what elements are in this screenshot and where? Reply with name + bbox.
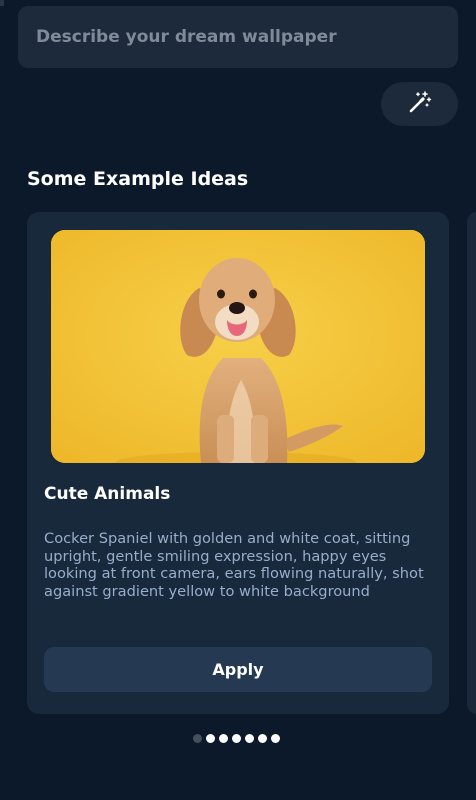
example-image	[51, 230, 425, 463]
generate-button[interactable]	[381, 82, 458, 126]
pagination-dot[interactable]	[245, 734, 254, 743]
example-card: Cute Animals Cocker Spaniel with golden …	[27, 212, 449, 714]
apply-button[interactable]: Apply	[44, 647, 432, 692]
pagination-dot[interactable]	[206, 734, 215, 743]
pagination-dots	[193, 734, 280, 743]
status-edge	[0, 0, 4, 6]
magic-wand-icon	[407, 89, 433, 119]
section-title: Some Example Ideas	[27, 168, 249, 190]
prompt-input[interactable]	[18, 6, 458, 68]
pagination-dot[interactable]	[219, 734, 228, 743]
pagination-dot[interactable]	[232, 734, 241, 743]
pagination-dot[interactable]	[193, 734, 202, 743]
card-title: Cute Animals	[44, 484, 171, 504]
pagination-dot[interactable]	[258, 734, 267, 743]
pagination-dot[interactable]	[271, 734, 280, 743]
card-description: Cocker Spaniel with golden and white coa…	[44, 530, 424, 600]
wallpaper-generator-screen: Some Example Ideas	[0, 0, 476, 800]
next-card-peek[interactable]	[467, 212, 476, 714]
